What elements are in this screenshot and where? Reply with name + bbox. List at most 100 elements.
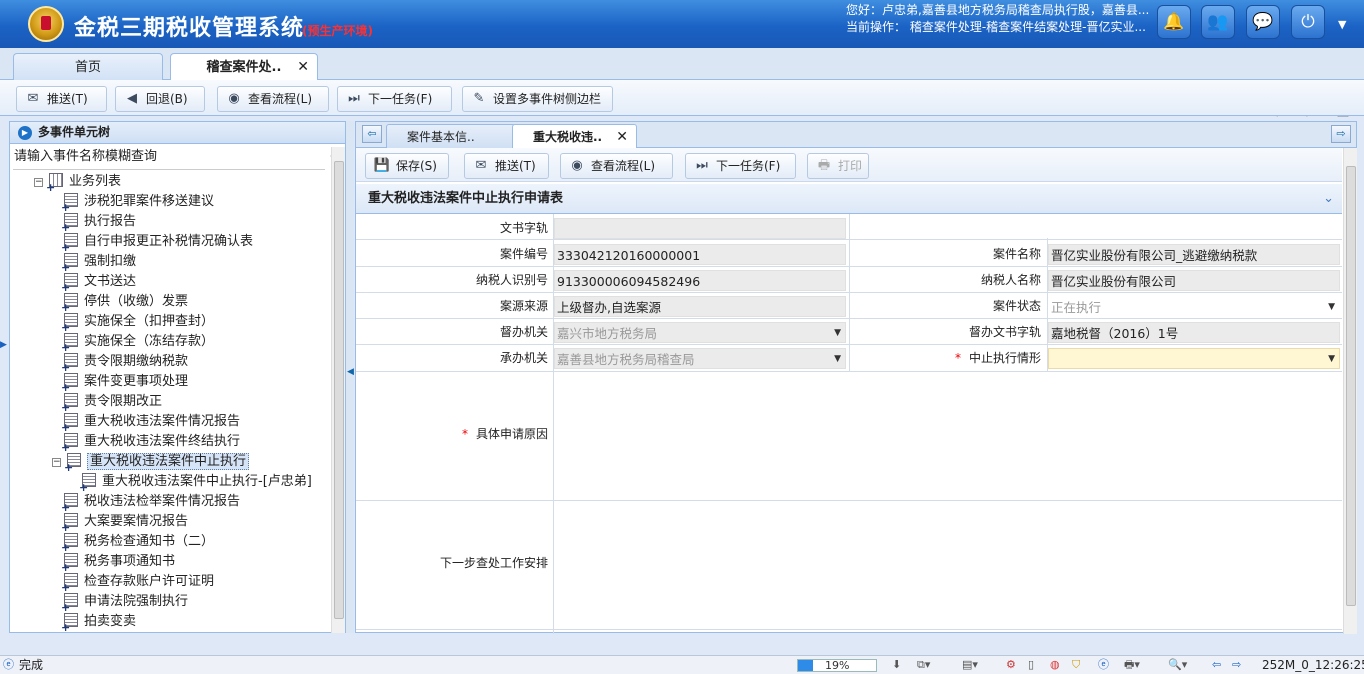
next-plan-textarea[interactable] [554, 501, 1342, 628]
tree-item[interactable]: 执行报告 [61, 212, 136, 233]
tree-item[interactable]: 停供（收缴）发票 [61, 292, 188, 313]
taxpayer-id-field[interactable]: 913300006094582496 [554, 270, 846, 291]
tree-item[interactable]: 自行申报更正补税情况确认表 [61, 232, 253, 253]
expand-edge-icon[interactable]: ▶ [0, 340, 7, 350]
document-icon [79, 473, 96, 493]
push-button[interactable]: ✉ 推送(T) [464, 153, 549, 179]
shield-icon[interactable]: ⛉ [1072, 657, 1080, 673]
tab-home[interactable]: 首页 [13, 53, 163, 81]
supervise-org-select[interactable]: 嘉兴市地方税务局 [554, 322, 846, 343]
doc-word-field[interactable] [554, 218, 846, 239]
zoom-icon[interactable]: 🔍▾ [1168, 657, 1187, 673]
tab-case-processing[interactable]: 稽查案件处.. ✕ [170, 53, 318, 82]
rollback-button[interactable]: ◀ 回退(B) [115, 86, 205, 112]
tab-next-icon[interactable]: ⇨ [1331, 125, 1351, 143]
tree-item[interactable]: 税务事项通知书 [61, 552, 175, 573]
detail-panel: ⇦ 案件基本信.. 重大税收违.. ✕ ⇨ 💾 保存(S) ✉ 推送(T) ◉ 查看流程… [355, 121, 1357, 634]
case-status-label: 案件状态 [992, 299, 1041, 313]
bell-icon[interactable]: 🔔 [1157, 5, 1191, 39]
document-icon [61, 253, 78, 273]
push-button[interactable]: ✉ 推送(T) [16, 86, 107, 112]
event-search-input[interactable]: 请输入事件名称模糊查询 ⟳ [13, 146, 342, 170]
tree-subitem[interactable]: 重大税收违法案件中止执行-[卢忠弟] [79, 472, 312, 493]
print-label: 打印 [838, 159, 863, 173]
page-icon[interactable]: ▯ [1028, 657, 1034, 673]
addon-icon[interactable]: ◍ [1050, 657, 1060, 673]
download-icon[interactable]: ⬇ [892, 657, 901, 673]
tree-item-label: 申请法院强制执行 [84, 594, 189, 609]
tree-item[interactable]: 责令限期改正 [61, 392, 162, 413]
case-name-field[interactable]: 晋亿实业股份有限公司_逃避缴纳税款 [1048, 244, 1340, 265]
users-icon[interactable]: 👥 [1201, 5, 1235, 39]
tree-item-label: 重大税收违法案件中止执行 [87, 453, 250, 470]
document-icon [61, 373, 78, 393]
set-sidebar-button[interactable]: ✎ 设置多事件树侧边栏 [462, 86, 613, 112]
tree-scrollbar[interactable] [331, 147, 345, 633]
case-status-select[interactable]: 正在执行 [1048, 296, 1340, 317]
collapse-icon[interactable]: ▶ [18, 126, 32, 140]
scroll-thumb[interactable] [334, 161, 344, 619]
document-icon [61, 433, 78, 453]
print-button[interactable]: 🖶 打印 [807, 153, 869, 179]
tab-prev-icon[interactable]: ⇦ [362, 125, 382, 143]
tools-icon[interactable]: ⚙ [1006, 657, 1016, 673]
document-icon [61, 233, 78, 253]
tree-item-label: 涉税犯罪案件移送建议 [84, 194, 215, 209]
form-scrollbar[interactable] [1343, 148, 1357, 634]
next-plan-label: 下一步查处工作安排 [439, 556, 548, 570]
tree-item[interactable]: 税收违法检举案件情况报告 [61, 492, 240, 513]
layout-icon[interactable]: ▤▾ [962, 657, 978, 673]
view-flow-button[interactable]: ◉ 查看流程(L) [560, 153, 673, 179]
supervise-doc-field[interactable]: 嘉地税督（2016）1号 [1048, 322, 1340, 343]
tree-item[interactable]: 涉税犯罪案件移送建议 [61, 192, 215, 213]
tree-item[interactable]: 实施保全（冻结存款） [61, 332, 214, 353]
tree-item[interactable]: 检查存款账户许可证明 [61, 572, 214, 593]
tree-item[interactable]: 申请法院强制执行 [61, 592, 189, 613]
tree-item[interactable]: 拍卖变卖 [61, 612, 136, 632]
close-icon[interactable]: ✕ [297, 54, 309, 81]
document-icon [61, 413, 78, 433]
tree-item[interactable]: 重大税收违法案件终结执行 [61, 432, 240, 453]
globe-icon[interactable]: ⓔ [1098, 657, 1109, 673]
search-placeholder: 请输入事件名称模糊查询 [14, 149, 158, 164]
forward-arrow-icon[interactable]: ⇨ [1232, 657, 1241, 673]
save-button[interactable]: 💾 保存(S) [365, 153, 449, 179]
scroll-thumb[interactable] [1346, 166, 1356, 606]
next-task-button[interactable]: ⏭ 下一任务(F) [685, 153, 796, 179]
power-icon[interactable]: ⏻ [1291, 5, 1325, 39]
collapse-node-icon[interactable]: − [52, 458, 61, 467]
panel-splitter[interactable]: ◀ [346, 121, 354, 633]
suspend-situation-select[interactable] [1048, 348, 1340, 369]
tab-case-basic-info[interactable]: 案件基本信.. [386, 124, 516, 149]
handle-org-select[interactable]: 嘉善县地方税务局稽查局 [554, 348, 846, 369]
close-icon[interactable]: ✕ [616, 125, 628, 149]
header-dropdown-icon[interactable]: ▼ [1338, 18, 1346, 31]
back-arrow-icon[interactable]: ⇦ [1212, 657, 1221, 673]
view-flow-label: 查看流程(L) [591, 159, 656, 173]
view-flow-button[interactable]: ◉ 查看流程(L) [217, 86, 329, 112]
tree-item[interactable]: 责令限期缴纳税款 [61, 352, 188, 373]
tree-item[interactable]: 强制扣缴 [61, 252, 136, 273]
next-task-button[interactable]: ⏭ 下一任务(F) [337, 86, 452, 112]
chat-icon[interactable]: 💬 [1246, 5, 1280, 39]
tree-item[interactable]: − 重大税收违法案件中止执行 [52, 452, 250, 473]
tree-root[interactable]: − 业务列表 [34, 172, 121, 193]
tree-item[interactable]: 重大税收违法案件情况报告 [61, 412, 240, 433]
collapse-node-icon[interactable]: − [34, 178, 43, 187]
tree-item-label: 税务检查通知书（二） [84, 534, 215, 549]
tree-item[interactable]: 实施保全（扣押查封） [61, 312, 214, 333]
tree-item[interactable]: 文书送达 [61, 272, 137, 293]
collapse-left-icon[interactable]: ◀ [347, 367, 354, 377]
tab-major-case[interactable]: 重大税收违.. ✕ [512, 124, 637, 149]
tree-item-label: 文书送达 [84, 274, 137, 289]
chevron-down-icon[interactable]: ⌄ [1323, 184, 1334, 214]
case-no-field[interactable]: 333042120160000001 [554, 244, 846, 265]
tree-item[interactable]: 大案要案情况报告 [61, 512, 188, 533]
case-source-field[interactable]: 上级督办,自选案源 [554, 296, 846, 317]
print-menu-icon[interactable]: 🖶▾ [1124, 657, 1140, 673]
taxpayer-name-field[interactable]: 晋亿实业股份有限公司 [1048, 270, 1340, 291]
tree-item[interactable]: 税务检查通知书（二） [61, 532, 215, 553]
tree-item[interactable]: 案件变更事项处理 [61, 372, 188, 393]
reason-textarea[interactable] [554, 372, 1342, 499]
view-toggle-icon[interactable]: ⧉▾ [917, 657, 930, 673]
